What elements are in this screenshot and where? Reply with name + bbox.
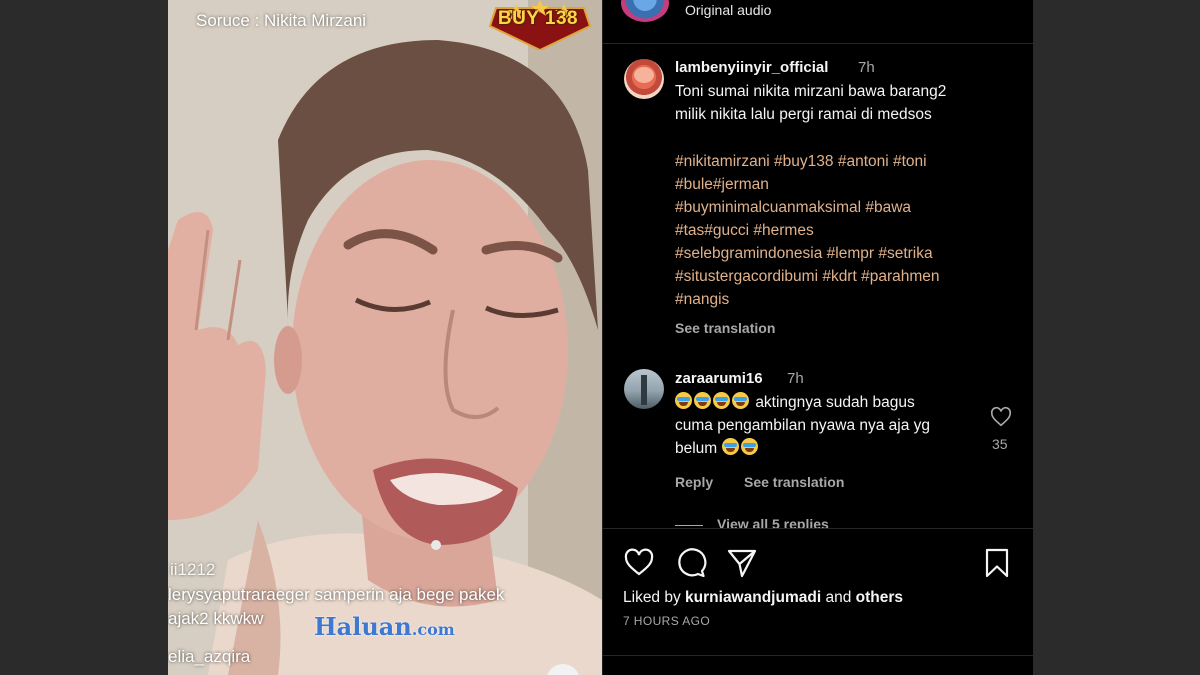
hashtag-line[interactable]: #tas#gucci #hermes [675, 219, 1015, 242]
reply-button[interactable]: Reply [675, 474, 713, 490]
watermark-suffix: .com [411, 620, 455, 639]
add-comment-area[interactable] [603, 655, 1033, 675]
video-player[interactable]: Soruce : Nikita Mirzani BUY 138 ii1212 l… [168, 0, 602, 675]
laughing-emoji-icon [740, 438, 758, 455]
live-comment-username: elia_azqira [168, 647, 251, 666]
commenter-avatar[interactable] [624, 369, 664, 409]
comment-see-translation-button[interactable]: See translation [744, 474, 844, 490]
laughing-emoji-icon [675, 392, 692, 409]
hashtag-line[interactable]: #buyminimalcuanmaksimal #bawa [675, 196, 1015, 219]
heart-icon[interactable] [623, 547, 655, 579]
comment-like-heart-icon[interactable] [990, 406, 1012, 428]
caption-line: Toni sumai nikita mirzani bawa barang2 [675, 83, 947, 100]
replies-divider [675, 524, 703, 526]
watermark-main: Haluan [314, 612, 412, 641]
audio-label[interactable]: Original audio [685, 2, 771, 18]
comment-time: 7h [787, 370, 804, 387]
comment-line: aktingnya sudah bagus [755, 394, 915, 411]
video-source-label: Soruce : Nikita Mirzani [196, 11, 367, 30]
post-actions-bar: Liked by kurniawandjumadi and others 7 H… [603, 528, 1033, 655]
caption-see-translation-button[interactable]: See translation [675, 320, 775, 336]
bookmark-icon[interactable] [981, 547, 1013, 579]
post-header: Original audio [603, 0, 1033, 44]
liked-by-prefix: Liked by [623, 589, 681, 606]
hashtag-line[interactable]: #situstergacordibumi #kdrt #parahmen [675, 265, 1015, 288]
comment-icon[interactable] [675, 547, 707, 579]
hashtag-line[interactable]: #selebgramindonesia #lempr #setrika [675, 242, 1015, 265]
caption-text: Toni sumai nikita mirzani bawa barang2 m… [675, 80, 1015, 126]
laughing-emoji-icon [721, 438, 739, 455]
haluan-watermark: Haluan.com [314, 612, 455, 641]
video-frame-illustration [168, 0, 602, 675]
laughing-emoji-icon [732, 392, 749, 409]
live-comment-line: lerysyaputraraeger samperin aja bege pak… [168, 585, 505, 604]
caption-line: milik nikita lalu pergi ramai di medsos [675, 106, 932, 123]
hashtag-line[interactable]: #nikitamirzani #buy138 #antoni #toni [675, 150, 1015, 173]
liked-by-others-link[interactable]: others [856, 589, 903, 606]
comment-line: cuma pengambilan nyawa nya aja yg [675, 417, 931, 434]
liked-by-user-link[interactable]: kurniawandjumadi [685, 589, 821, 606]
share-icon[interactable] [726, 547, 758, 579]
post-detail-panel: Original audio lambenyiinyir_official 7h… [602, 0, 1033, 675]
buy138-logo-text: BUY 138 [497, 8, 579, 29]
comment-like-count: 35 [992, 436, 1008, 452]
live-comment-username: ii1212 [170, 560, 216, 579]
post-timestamp: 7 HOURS AGO [623, 614, 711, 628]
live-comment-line: ajak2 kkwkw [168, 609, 264, 628]
hashtag-line[interactable]: #bule#jerman [675, 173, 1015, 196]
caption-username[interactable]: lambenyiinyir_official [675, 59, 828, 76]
laughing-emoji-icon [694, 392, 711, 409]
author-avatar[interactable] [621, 0, 669, 22]
screenshot-stage: Soruce : Nikita Mirzani BUY 138 ii1212 l… [0, 0, 1200, 675]
comment-line: belum [675, 440, 718, 457]
comment-username[interactable]: zaraarumi16 [675, 370, 763, 387]
caption-author-avatar[interactable] [624, 59, 664, 99]
liked-by-text: Liked by kurniawandjumadi and others [623, 589, 903, 607]
caption-hashtags: #nikitamirzani #buy138 #antoni #toni #bu… [675, 150, 1015, 311]
liked-by-and: and [825, 589, 852, 606]
comment-text: aktingnya sudah bagus cuma pengambilan n… [675, 391, 975, 460]
laughing-emoji-icon [713, 392, 730, 409]
hashtag-line[interactable]: #nangis [675, 288, 1015, 311]
caption-time: 7h [858, 59, 875, 76]
